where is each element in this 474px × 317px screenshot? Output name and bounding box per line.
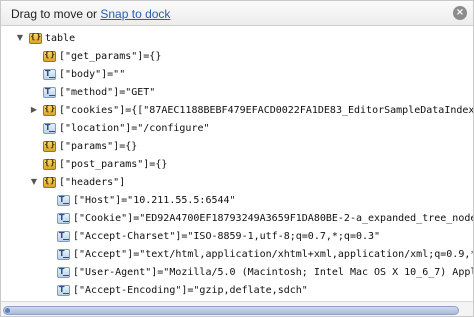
tree-row-label: ["location"]="/configure" bbox=[59, 122, 210, 134]
tree-row[interactable]: ["User-Agent"]="Mozilla/5.0 (Macintosh; … bbox=[57, 263, 474, 281]
tree-row-label: ["post_params"]={} bbox=[59, 158, 168, 170]
popup-header[interactable]: Drag to move or Snap to dock × bbox=[1, 1, 473, 26]
expand-toggle-icon[interactable]: ▼ bbox=[15, 32, 25, 44]
tree-row-label: ["Accept"]="text/html,application/xhtml+… bbox=[73, 248, 473, 260]
object-icon bbox=[43, 50, 56, 62]
tree-row[interactable]: ["params"]={} bbox=[43, 137, 137, 155]
tree-row-label: ["Cookie"]="ED92A4700EF18793249A3659F1DA… bbox=[73, 212, 474, 224]
debug-popup: Drag to move or Snap to dock × ▼ table ["… bbox=[0, 0, 474, 317]
scrollbar-grip-icon bbox=[5, 308, 10, 313]
close-button[interactable]: × bbox=[453, 6, 467, 20]
tree-row-label: ["Accept-Charset"]="ISO-8859-1,utf-8;q=0… bbox=[73, 230, 381, 242]
string-icon bbox=[57, 248, 70, 260]
object-icon bbox=[43, 104, 56, 116]
tree-row-label: table bbox=[45, 32, 76, 44]
tree-row-label: ["User-Agent"]="Mozilla/5.0 (Macintosh; … bbox=[73, 266, 474, 278]
object-icon bbox=[29, 32, 42, 44]
tree-row[interactable]: ▼ table bbox=[15, 29, 75, 47]
tree-row-label: ["cookies"]={["87AEC1188BEBF479EFACD0022… bbox=[59, 104, 474, 116]
tree-row-label: ["body"]="" bbox=[59, 68, 126, 80]
tree-row-label: ["get_params"]={} bbox=[59, 50, 162, 62]
expand-toggle-icon[interactable]: ▼ bbox=[29, 176, 39, 188]
scrollbar-thumb[interactable] bbox=[3, 306, 459, 315]
horizontal-scrollbar[interactable] bbox=[1, 301, 473, 316]
tree-row[interactable]: ▶ ["cookies"]={["87AEC1188BEBF479EFACD002… bbox=[29, 101, 474, 119]
object-icon bbox=[43, 140, 56, 152]
tree-row[interactable]: ["post_params"]={} bbox=[43, 155, 167, 173]
tree-row[interactable]: ["Cookie"]="ED92A4700EF18793249A3659F1DA… bbox=[57, 209, 474, 227]
snap-to-dock-link[interactable]: Snap to dock bbox=[100, 7, 170, 21]
drag-to-move-text: Drag to move or bbox=[11, 7, 101, 21]
tree-row[interactable]: ["location"]="/configure" bbox=[43, 119, 210, 137]
string-icon bbox=[57, 266, 70, 278]
object-icon bbox=[43, 158, 56, 170]
tree-row-label: ["method"]="GET" bbox=[59, 86, 156, 98]
tree-row-label: ["headers"] bbox=[59, 176, 126, 188]
tree-row[interactable]: ["Accept-Charset"]="ISO-8859-1,utf-8;q=0… bbox=[57, 227, 380, 245]
string-icon bbox=[43, 122, 56, 134]
tree-row[interactable]: ["Host"]="10.211.55.5:6544" bbox=[57, 191, 236, 209]
string-icon bbox=[57, 212, 70, 224]
tree-row[interactable]: ["Accept"]="text/html,application/xhtml+… bbox=[57, 245, 473, 263]
string-icon bbox=[57, 284, 70, 296]
tree-row[interactable]: ["Accept-Encoding"]="gzip,deflate,sdch" bbox=[57, 281, 308, 299]
string-icon bbox=[57, 194, 70, 206]
tree-row-label: ["Host"]="10.211.55.5:6544" bbox=[73, 194, 236, 206]
tree-row-label: ["Accept-Encoding"]="gzip,deflate,sdch" bbox=[73, 284, 308, 296]
object-icon bbox=[43, 176, 56, 188]
collapse-toggle-icon[interactable]: ▶ bbox=[29, 104, 39, 116]
tree-row[interactable]: ["body"]="" bbox=[43, 65, 125, 83]
tree-row[interactable]: ["get_params"]={} bbox=[43, 47, 161, 65]
string-icon bbox=[43, 68, 56, 80]
variable-tree: ▼ table ["get_params"]={} ["body"]="" ["m… bbox=[1, 26, 474, 301]
string-icon bbox=[43, 86, 56, 98]
tree-row[interactable]: ▼ ["headers"] bbox=[29, 173, 125, 191]
header-instructions: Drag to move or Snap to dock bbox=[11, 7, 170, 21]
tree-row-label: ["params"]={} bbox=[59, 140, 138, 152]
tree-row[interactable]: ["method"]="GET" bbox=[43, 83, 155, 101]
string-icon bbox=[57, 230, 70, 242]
